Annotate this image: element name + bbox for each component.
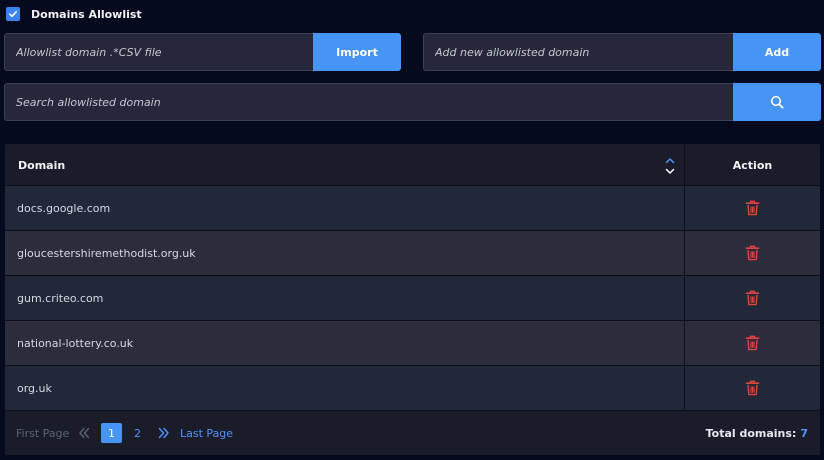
table-row: gum.criteo.com: [5, 276, 820, 321]
search-button[interactable]: [733, 83, 821, 121]
table-row: org.uk: [5, 366, 820, 411]
action-cell: [685, 276, 820, 320]
page-button-1[interactable]: 1: [101, 423, 122, 443]
table-footer: First Page 1 2 Last Page Total domains: 7: [5, 411, 820, 455]
action-cell: [685, 366, 820, 410]
first-page-link[interactable]: First Page: [16, 427, 69, 440]
column-header-action: Action: [732, 158, 773, 172]
allowlist-header: Domains Allowlist: [6, 6, 142, 22]
check-icon: [9, 10, 18, 18]
domain-cell: gum.criteo.com: [17, 291, 104, 305]
table-row: docs.google.com: [5, 186, 820, 231]
chevron-double-left-icon[interactable]: [78, 426, 90, 440]
trash-icon[interactable]: [745, 380, 760, 396]
chevron-double-right-icon[interactable]: [158, 426, 170, 440]
domain-cell: national-lottery.co.uk: [17, 336, 134, 350]
add-button[interactable]: Add: [733, 33, 821, 71]
allowlist-enable-checkbox[interactable]: [6, 7, 20, 21]
column-header-domain: Domain: [18, 158, 66, 172]
import-input[interactable]: [16, 45, 314, 59]
domain-cell: docs.google.com: [17, 201, 111, 215]
trash-icon[interactable]: [745, 335, 760, 351]
search-field[interactable]: [4, 83, 734, 121]
total-domains-count: 7: [800, 426, 808, 440]
add-domain-input[interactable]: [435, 45, 734, 59]
action-cell: [685, 231, 820, 275]
action-cell: [685, 186, 820, 230]
domain-cell: gloucestershiremethodist.org.uk: [17, 246, 196, 260]
search-input[interactable]: [16, 95, 734, 109]
sort-icon: [665, 158, 675, 174]
domains-table: Domain Action docs.google.com gloucester…: [5, 144, 820, 455]
table-row: national-lottery.co.uk: [5, 321, 820, 366]
trash-icon[interactable]: [745, 245, 760, 261]
trash-icon[interactable]: [745, 200, 760, 216]
allowlist-title: Domains Allowlist: [31, 7, 142, 21]
total-domains: Total domains: 7: [706, 427, 808, 440]
table-row: gloucestershiremethodist.org.uk: [5, 231, 820, 276]
action-cell: [685, 321, 820, 365]
sort-toggle[interactable]: [663, 156, 677, 176]
domain-cell: org.uk: [17, 381, 52, 395]
import-button[interactable]: Import: [313, 33, 401, 71]
add-domain-field[interactable]: [423, 33, 734, 71]
trash-icon[interactable]: [745, 290, 760, 306]
domains-allowlist-panel: Domains Allowlist Import Add Domain: [0, 0, 824, 460]
total-domains-label: Total domains:: [705, 426, 797, 440]
page-button-2[interactable]: 2: [127, 423, 148, 443]
table-header: Domain Action: [5, 144, 820, 186]
last-page-link[interactable]: Last Page: [180, 427, 233, 440]
import-field[interactable]: [4, 33, 314, 71]
search-icon: [770, 95, 784, 109]
